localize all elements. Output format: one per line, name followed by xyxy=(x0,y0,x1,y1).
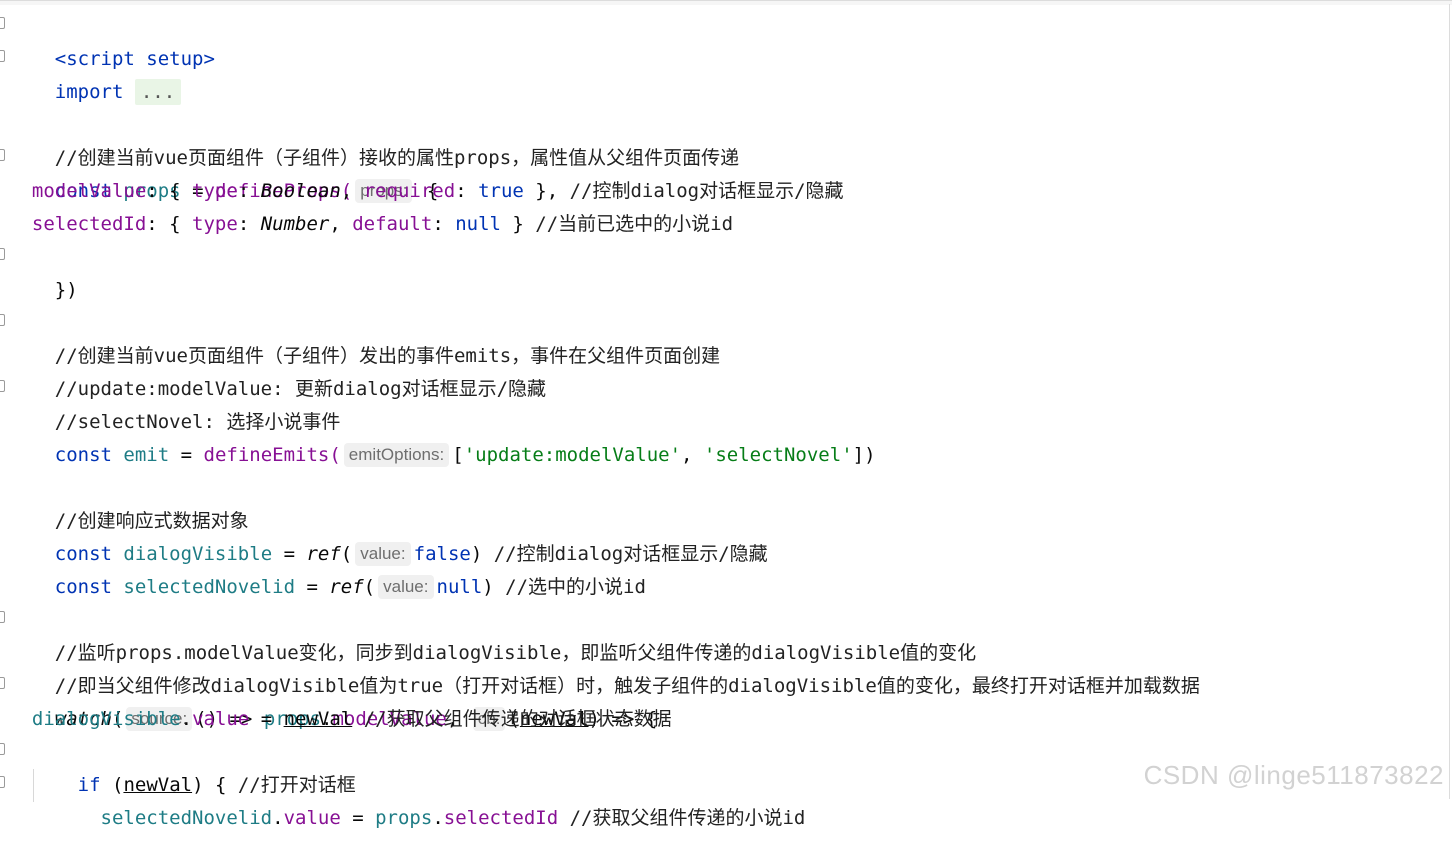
code-line: const selectedNovelid = ref(value: null) … xyxy=(54,575,646,599)
property: type xyxy=(192,213,238,235)
code-line: }) xyxy=(0,241,1452,301)
parameter: newVal xyxy=(283,708,353,730)
code-line: watch(source:() => props.modelValue, cb:… xyxy=(0,670,1452,731)
property: selectedId xyxy=(31,213,147,235)
code-line: //创建当前vue页面组件（子组件）接收的属性props，属性值从父组件页面传递 xyxy=(0,109,1452,169)
type-name: Boolean xyxy=(260,180,341,202)
code-line: selectedId: { type: Number, default: nul… xyxy=(31,213,734,235)
fold-marker-icon[interactable] xyxy=(0,677,5,689)
code-line: //创建响应式数据对象 xyxy=(0,472,1452,532)
fold-marker-icon[interactable] xyxy=(0,50,5,62)
fold-marker-icon[interactable] xyxy=(0,17,5,29)
property: selectedId xyxy=(443,807,559,829)
comment: //控制dialog对话框显示/隐藏 xyxy=(569,180,844,202)
fold-marker-icon[interactable] xyxy=(0,611,5,623)
code-editor[interactable]: <script setup> import ... //创建当前vue页面组件（… xyxy=(0,10,1452,829)
code-line: //selectNovel: 选择小说事件 xyxy=(0,373,1452,433)
code-line: const props = defineProps(props: { xyxy=(0,142,1452,203)
watermark: CSDN @linge511873822 xyxy=(1143,760,1444,790)
fold-marker-icon[interactable] xyxy=(0,314,5,326)
fold-marker-icon[interactable] xyxy=(0,248,5,260)
top-border xyxy=(0,0,1452,5)
code-line: //update:modelValue: 更新dialog对话框显示/隐藏 xyxy=(0,340,1452,400)
code-line: <script setup> xyxy=(0,10,1452,70)
code-line: const dialogVisible = ref(value: false) /… xyxy=(54,542,768,566)
code-line: import ... xyxy=(0,43,1452,105)
code-line: //创建当前vue页面组件（子组件）发出的事件emits，事件在父组件页面创建 xyxy=(0,307,1452,367)
fold-marker-icon[interactable] xyxy=(0,776,5,788)
fold-marker-icon[interactable] xyxy=(0,149,5,161)
type-name: Number xyxy=(260,213,330,235)
code-line: modelValue: { type: Boolean, required: t… xyxy=(31,180,844,202)
property: required xyxy=(363,180,456,202)
comment: //获取父组件传递的小说id xyxy=(569,807,806,829)
property: modelValue xyxy=(31,180,147,202)
identifier: props xyxy=(375,807,433,829)
code-line: //监听props.modelValue变化，同步到dialogVisible，… xyxy=(0,604,1452,664)
property: type xyxy=(192,180,238,202)
comment: //获取父组件传递的对话框状态数据 xyxy=(363,708,672,730)
indent-guide xyxy=(33,769,34,802)
identifier: dialogVisible xyxy=(31,708,181,730)
code-line: const emit = defineEmits(emitOptions: ['u… xyxy=(54,443,876,467)
fold-marker-icon[interactable] xyxy=(0,743,5,755)
literal: null xyxy=(455,213,501,235)
comment: //当前已选中的小说id xyxy=(535,213,734,235)
identifier: selectedNovelid xyxy=(100,807,273,829)
property: value xyxy=(283,807,341,829)
code-line: //即当父组件修改dialogVisible值为true（打开对话框）时，触发子… xyxy=(0,637,1452,697)
literal: true xyxy=(478,180,524,202)
code-line: dialogVisible.value = newVal //获取父组件传递的对… xyxy=(31,708,672,730)
property: value xyxy=(192,708,250,730)
fold-marker-icon[interactable] xyxy=(0,380,5,392)
property: default xyxy=(352,213,433,235)
